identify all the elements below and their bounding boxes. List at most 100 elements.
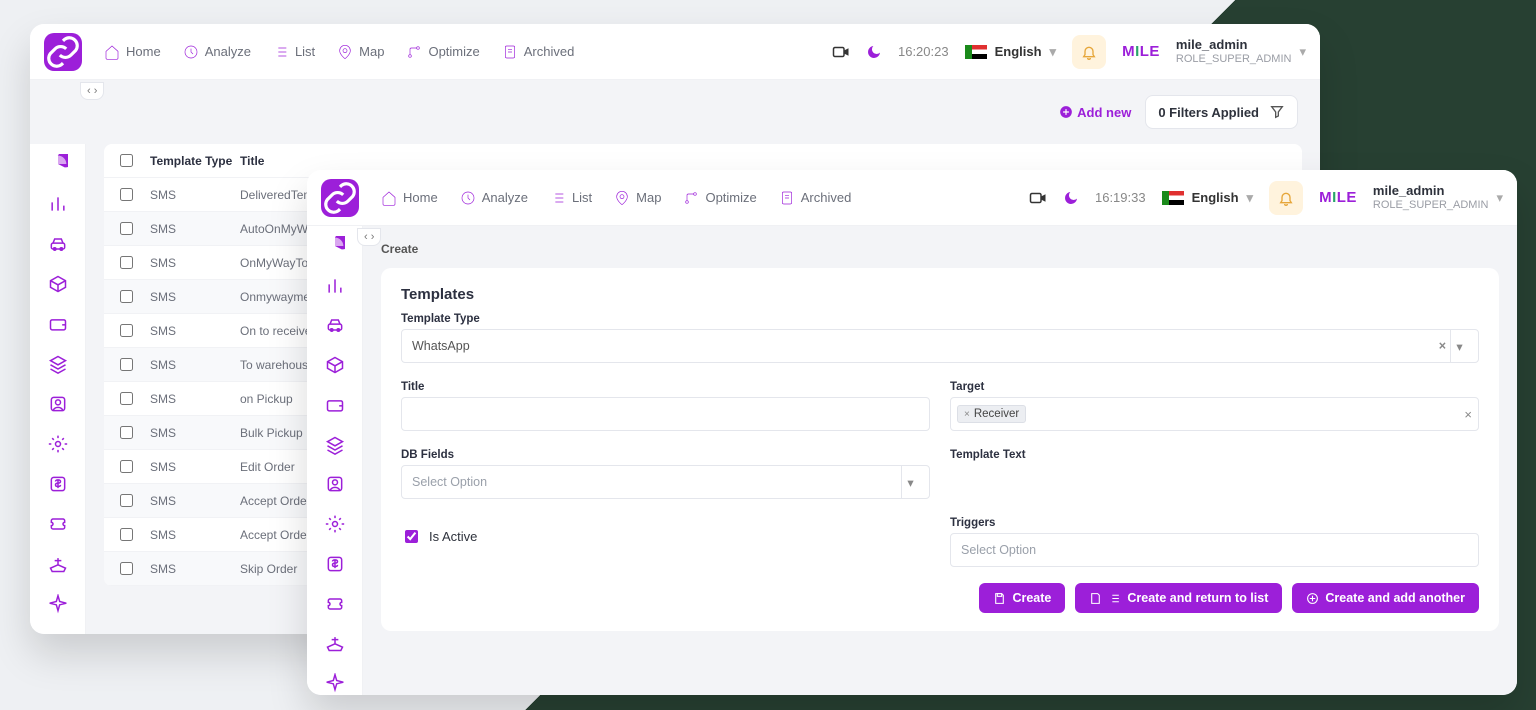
row-checkbox[interactable] <box>120 426 133 439</box>
archived-icon <box>502 44 518 60</box>
nav-archived[interactable]: Archived <box>779 190 852 206</box>
db-fields-select[interactable]: Select Option ▾ <box>401 465 930 499</box>
filters-button[interactable]: 0 Filters Applied <box>1145 95 1298 129</box>
row-checkbox[interactable] <box>120 256 133 269</box>
target-tag[interactable]: ×Receiver <box>957 405 1026 423</box>
app-logo-tile[interactable] <box>44 33 82 71</box>
create-button[interactable]: Create <box>979 583 1065 613</box>
target-select[interactable]: ×Receiver × <box>950 397 1479 431</box>
side-layers[interactable] <box>46 352 70 376</box>
nav-optimize[interactable]: Optimize <box>406 44 479 60</box>
row-checkbox[interactable] <box>120 290 133 303</box>
side-dollar[interactable] <box>323 552 347 576</box>
moon-icon[interactable] <box>1063 190 1079 206</box>
side-layers[interactable] <box>323 433 347 457</box>
side-wallet[interactable] <box>323 393 347 417</box>
side-pie[interactable] <box>323 234 347 258</box>
side-ship[interactable] <box>323 632 347 656</box>
side-gear[interactable] <box>46 432 70 456</box>
topbar-right: 16:20:23 English▾ MILE mile_admin ROLE_S… <box>832 35 1306 69</box>
row-checkbox[interactable] <box>120 562 133 575</box>
chevron-down-icon: ▾ <box>1450 330 1468 362</box>
ship-icon <box>325 633 345 653</box>
side-box[interactable] <box>323 353 347 377</box>
clear-icon[interactable]: × <box>1439 339 1446 353</box>
row-checkbox[interactable] <box>120 494 133 507</box>
nav-map[interactable]: Map <box>337 44 384 60</box>
triggers-select[interactable]: Select Option <box>950 533 1479 567</box>
video-icon[interactable] <box>1029 189 1047 207</box>
ticket-icon <box>325 594 345 614</box>
side-ticket[interactable] <box>323 592 347 616</box>
chevron-down-icon: ▾ <box>1247 190 1254 206</box>
nav-archived[interactable]: Archived <box>502 44 575 60</box>
notifications-button[interactable] <box>1072 35 1106 69</box>
side-ticket[interactable] <box>46 512 70 536</box>
nav-list[interactable]: List <box>273 44 315 60</box>
side-plane[interactable] <box>323 671 347 695</box>
notifications-button[interactable] <box>1269 181 1303 215</box>
clock-front: 16:19:33 <box>1095 190 1146 205</box>
is-active-checkbox[interactable] <box>405 530 418 543</box>
row-checkbox[interactable] <box>120 460 133 473</box>
cell-type: SMS <box>150 494 240 508</box>
user-menu[interactable]: mile_admin ROLE_SUPER_ADMIN <box>1176 37 1292 66</box>
side-user[interactable] <box>46 392 70 416</box>
nav-analyze[interactable]: Analyze <box>460 190 528 206</box>
side-gear[interactable] <box>323 512 347 536</box>
map-icon <box>337 44 353 60</box>
row-checkbox[interactable] <box>120 392 133 405</box>
create-return-button[interactable]: Create and return to list <box>1075 583 1282 613</box>
side-car[interactable] <box>323 314 347 338</box>
side-user[interactable] <box>323 473 347 497</box>
title-input[interactable] <box>401 397 930 431</box>
row-checkbox[interactable] <box>120 358 133 371</box>
nav-home[interactable]: Home <box>381 190 438 206</box>
user-menu[interactable]: mile_admin ROLE_SUPER_ADMIN <box>1373 183 1489 212</box>
chevron-down-icon: ▾ <box>1299 44 1306 60</box>
form-actions: Create Create and return to list Create … <box>401 583 1479 613</box>
side-plane[interactable] <box>46 592 70 616</box>
nav-optimize[interactable]: Optimize <box>683 190 756 206</box>
nav-home[interactable]: Home <box>104 44 161 60</box>
side-bars[interactable] <box>46 192 70 216</box>
template-type-select[interactable]: WhatsApp ×▾ <box>401 329 1479 363</box>
video-icon[interactable] <box>832 43 850 61</box>
layers-icon <box>325 435 345 455</box>
row-checkbox[interactable] <box>120 222 133 235</box>
plane-icon <box>48 594 68 614</box>
moon-icon[interactable] <box>866 44 882 60</box>
row-checkbox[interactable] <box>120 528 133 541</box>
sidebar-toggle[interactable]: ‹ › <box>357 228 381 246</box>
language-selector[interactable]: English▾ <box>1162 190 1253 206</box>
side-wallet[interactable] <box>46 312 70 336</box>
main-nav: Home Analyze List Map Optimize Archived <box>381 190 851 206</box>
side-box[interactable] <box>46 272 70 296</box>
row-checkbox[interactable] <box>120 188 133 201</box>
create-another-button[interactable]: Create and add another <box>1292 583 1479 613</box>
select-all-checkbox[interactable] <box>120 154 133 167</box>
gear-icon <box>325 514 345 534</box>
side-pie[interactable] <box>46 152 70 176</box>
side-ship[interactable] <box>46 552 70 576</box>
ticket-icon <box>48 514 68 534</box>
nav-analyze[interactable]: Analyze <box>183 44 251 60</box>
clear-icon[interactable]: × <box>1464 407 1472 422</box>
remove-tag-icon[interactable]: × <box>964 409 970 420</box>
clock-back: 16:20:23 <box>898 44 949 59</box>
topbar-front: Home Analyze List Map Optimize Archived … <box>307 170 1517 226</box>
side-bars[interactable] <box>323 274 347 298</box>
side-car[interactable] <box>46 232 70 256</box>
breadcrumb: Create <box>381 242 1499 256</box>
user-icon <box>48 394 68 414</box>
flag-icon <box>965 45 987 59</box>
side-dollar[interactable] <box>46 472 70 496</box>
row-checkbox[interactable] <box>120 324 133 337</box>
sidebar-toggle[interactable]: ‹ › <box>80 82 104 100</box>
language-selector[interactable]: English▾ <box>965 44 1056 60</box>
nav-map[interactable]: Map <box>614 190 661 206</box>
label-template-text: Template Text <box>950 449 1479 461</box>
nav-list[interactable]: List <box>550 190 592 206</box>
add-new-button[interactable]: Add new <box>1059 105 1131 120</box>
app-logo-tile[interactable] <box>321 179 359 217</box>
